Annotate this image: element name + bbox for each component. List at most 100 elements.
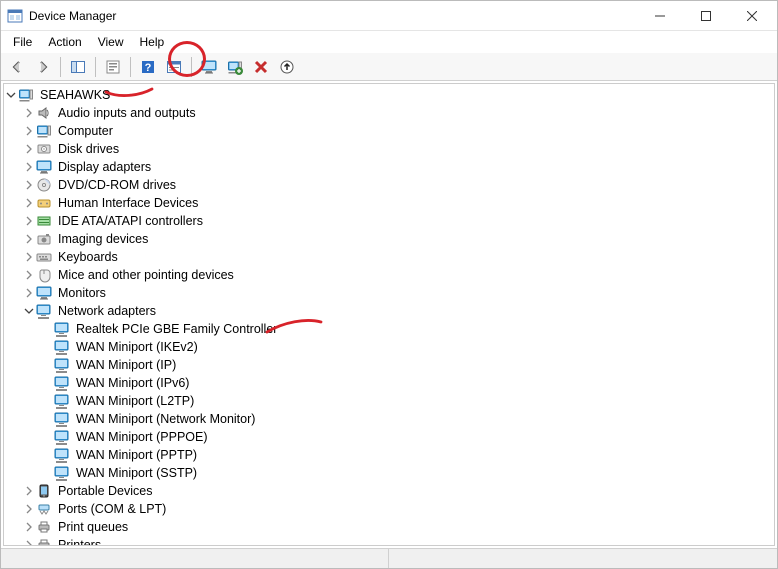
category-row[interactable]: Disk drives <box>4 140 774 158</box>
title-bar: Device Manager <box>1 1 777 31</box>
device-label: WAN Miniport (L2TP) <box>74 392 196 410</box>
device-label: WAN Miniport (PPPOE) <box>74 428 210 446</box>
forward-button[interactable] <box>31 55 55 79</box>
category-label: Keyboards <box>56 248 120 266</box>
display-icon <box>36 159 52 175</box>
expand-icon[interactable] <box>22 286 36 300</box>
category-label: DVD/CD-ROM drives <box>56 176 178 194</box>
menu-action[interactable]: Action <box>40 33 89 51</box>
category-row[interactable]: Keyboards <box>4 248 774 266</box>
network-icon <box>54 321 70 337</box>
device-row[interactable]: WAN Miniport (IPv6) <box>4 374 774 392</box>
expand-icon[interactable] <box>22 214 36 228</box>
network-icon <box>54 375 70 391</box>
device-row[interactable]: WAN Miniport (PPPOE) <box>4 428 774 446</box>
menu-help[interactable]: Help <box>132 33 173 51</box>
device-tree-panel[interactable]: SEAHAWKSAudio inputs and outputsComputer… <box>3 83 775 546</box>
collapse-icon[interactable] <box>4 88 18 102</box>
expand-icon[interactable] <box>22 232 36 246</box>
device-row[interactable]: WAN Miniport (Network Monitor) <box>4 410 774 428</box>
toolbar-separator <box>95 57 96 77</box>
show-hide-tree-button[interactable] <box>66 55 90 79</box>
category-row[interactable]: IDE ATA/ATAPI controllers <box>4 212 774 230</box>
network-icon <box>54 447 70 463</box>
close-button[interactable] <box>729 1 775 31</box>
disk-icon <box>36 141 52 157</box>
category-row[interactable]: Audio inputs and outputs <box>4 104 774 122</box>
device-row[interactable]: WAN Miniport (IP) <box>4 356 774 374</box>
svg-text:?: ? <box>145 62 152 74</box>
show-hidden-button[interactable] <box>162 55 186 79</box>
app-icon <box>7 8 23 24</box>
device-row[interactable]: Realtek PCIe GBE Family Controller <box>4 320 774 338</box>
category-row[interactable]: Network adapters <box>4 302 774 320</box>
category-label: Mice and other pointing devices <box>56 266 236 284</box>
category-row[interactable]: Imaging devices <box>4 230 774 248</box>
expand-icon[interactable] <box>22 484 36 498</box>
tree-root-row[interactable]: SEAHAWKS <box>4 86 774 104</box>
expand-icon[interactable] <box>22 268 36 282</box>
category-label: Ports (COM & LPT) <box>56 500 168 518</box>
category-label: Printers <box>56 536 103 546</box>
toolbar-separator <box>130 57 131 77</box>
category-row[interactable]: Display adapters <box>4 158 774 176</box>
mouse-icon <box>36 267 52 283</box>
expand-icon[interactable] <box>22 250 36 264</box>
category-label: Network adapters <box>56 302 158 320</box>
portable-icon <box>36 483 52 499</box>
category-row[interactable]: Computer <box>4 122 774 140</box>
device-row[interactable]: WAN Miniport (IKEv2) <box>4 338 774 356</box>
expand-icon[interactable] <box>22 160 36 174</box>
back-button[interactable] <box>5 55 29 79</box>
menu-bar: File Action View Help <box>1 31 777 53</box>
keyboard-icon <box>36 249 52 265</box>
category-row[interactable]: Ports (COM & LPT) <box>4 500 774 518</box>
expand-icon[interactable] <box>22 124 36 138</box>
network-icon <box>54 393 70 409</box>
category-row[interactable]: Human Interface Devices <box>4 194 774 212</box>
device-label: WAN Miniport (IP) <box>74 356 178 374</box>
device-row[interactable]: WAN Miniport (PPTP) <box>4 446 774 464</box>
expand-icon[interactable] <box>22 538 36 546</box>
monitor-icon <box>36 285 52 301</box>
hid-icon <box>36 195 52 211</box>
update-driver-button[interactable] <box>275 55 299 79</box>
device-row[interactable]: WAN Miniport (SSTP) <box>4 464 774 482</box>
category-label: Monitors <box>56 284 108 302</box>
dvd-icon <box>36 177 52 193</box>
category-row[interactable]: Printers <box>4 536 774 546</box>
expand-icon[interactable] <box>22 142 36 156</box>
expand-icon[interactable] <box>22 178 36 192</box>
add-legacy-button[interactable] <box>223 55 247 79</box>
minimize-button[interactable] <box>637 1 683 31</box>
category-row[interactable]: Portable Devices <box>4 482 774 500</box>
expand-icon[interactable] <box>22 502 36 516</box>
scan-hardware-button[interactable] <box>197 55 221 79</box>
uninstall-button[interactable] <box>249 55 273 79</box>
status-bar <box>1 548 777 568</box>
printq-icon <box>36 519 52 535</box>
menu-file[interactable]: File <box>5 33 40 51</box>
category-row[interactable]: Mice and other pointing devices <box>4 266 774 284</box>
category-label: Audio inputs and outputs <box>56 104 198 122</box>
category-row[interactable]: Print queues <box>4 518 774 536</box>
category-row[interactable]: DVD/CD-ROM drives <box>4 176 774 194</box>
network-icon <box>54 411 70 427</box>
ide-icon <box>36 213 52 229</box>
menu-view[interactable]: View <box>90 33 132 51</box>
collapse-icon[interactable] <box>22 304 36 318</box>
network-icon <box>54 429 70 445</box>
expand-icon[interactable] <box>22 196 36 210</box>
properties-button[interactable] <box>101 55 125 79</box>
imaging-icon <box>36 231 52 247</box>
audio-icon <box>36 105 52 121</box>
expand-icon[interactable] <box>22 106 36 120</box>
help-button[interactable]: ? <box>136 55 160 79</box>
device-row[interactable]: WAN Miniport (L2TP) <box>4 392 774 410</box>
expand-icon[interactable] <box>22 520 36 534</box>
category-label: Portable Devices <box>56 482 155 500</box>
network-icon <box>54 465 70 481</box>
category-row[interactable]: Monitors <box>4 284 774 302</box>
network-icon <box>54 357 70 373</box>
maximize-button[interactable] <box>683 1 729 31</box>
